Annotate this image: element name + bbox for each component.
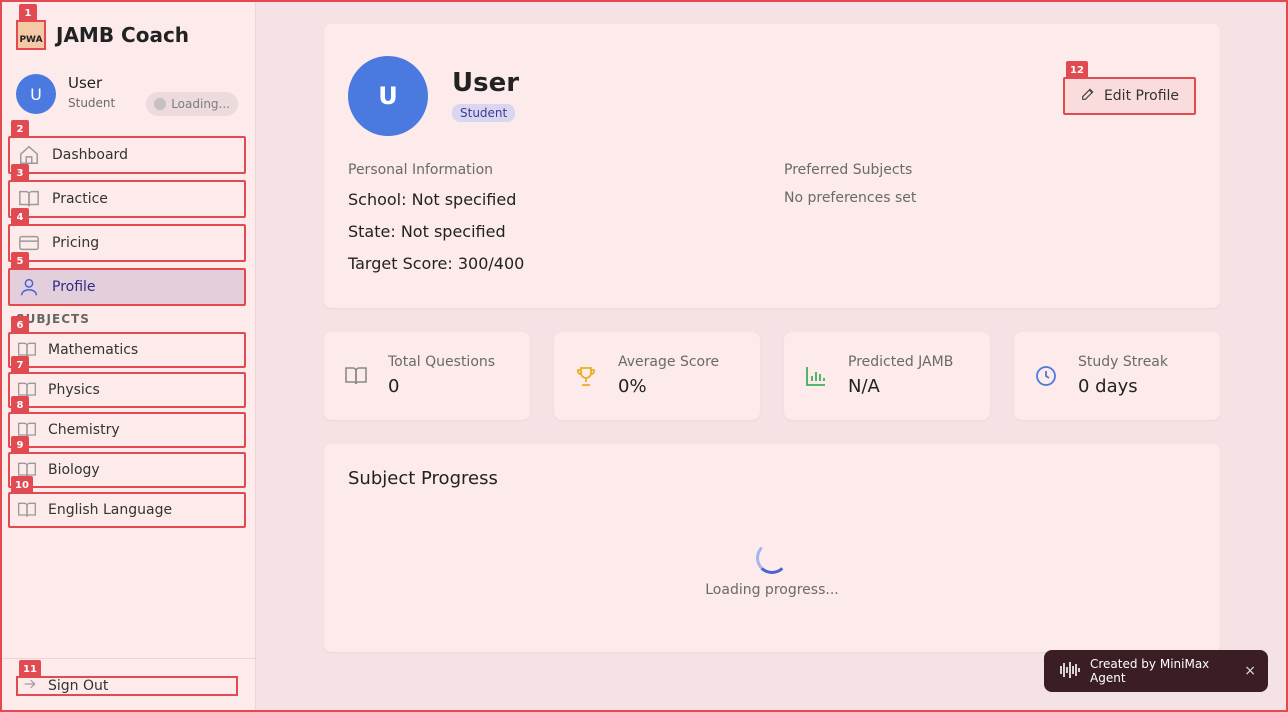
tag-marker: 2 [11, 120, 29, 138]
book-open-icon [16, 499, 38, 521]
user-name: User [68, 74, 103, 92]
credit-card-icon [18, 232, 40, 254]
clock-icon [1034, 364, 1058, 388]
subject-physics[interactable]: Physics [8, 372, 246, 408]
nav-profile[interactable]: Profile [8, 268, 246, 306]
brand-title: JAMB Coach [56, 23, 190, 47]
user-icon [18, 276, 40, 298]
tag-marker: 11 [19, 660, 41, 678]
avatar: U [16, 74, 56, 114]
school-field: School: Not specified [348, 190, 517, 209]
tag-marker: 1 [19, 4, 37, 22]
home-icon [18, 144, 40, 166]
nav-label: Practice [52, 191, 108, 207]
trophy-icon [574, 364, 598, 388]
edit-icon [1080, 86, 1096, 106]
tag-marker: 5 [11, 252, 29, 270]
sign-out-button[interactable]: Sign Out [16, 676, 238, 696]
role-badge: Student [452, 104, 516, 122]
preferred-subjects-value: No preferences set [784, 190, 917, 206]
subject-biology[interactable]: Biology [8, 452, 246, 488]
subject-progress-card: Subject Progress Loading progress... [324, 444, 1220, 652]
toast-text: Created by MiniMax Agent [1090, 657, 1210, 685]
stat-value: 0 days [1078, 376, 1138, 397]
loading-label: Loading... [171, 97, 230, 111]
target-score-field: Target Score: 300/400 [348, 254, 525, 273]
tag-marker: 7 [11, 356, 29, 374]
state-field: State: Not specified [348, 222, 506, 241]
tag-marker: 9 [11, 436, 29, 454]
stat-value: 0 [388, 376, 400, 397]
tag-marker: 12 [1066, 61, 1088, 79]
subject-label: Mathematics [48, 342, 139, 358]
nav-label: Pricing [52, 235, 100, 251]
sign-out-label: Sign Out [48, 678, 109, 694]
subject-mathematics[interactable]: Mathematics [8, 332, 246, 368]
stat-total-questions: Total Questions 0 [324, 332, 530, 420]
progress-title: Subject Progress [348, 468, 498, 489]
stat-label: Average Score [618, 354, 720, 370]
preferred-subjects-heading: Preferred Subjects [784, 162, 913, 178]
nav-label: Profile [52, 279, 96, 295]
subject-label: Biology [48, 462, 100, 478]
profile-name: User [452, 68, 520, 98]
nav-dashboard[interactable]: Dashboard [8, 136, 246, 174]
subject-label: English Language [48, 502, 173, 518]
stat-label: Predicted JAMB [848, 354, 954, 370]
loading-badge: Loading... [146, 92, 238, 116]
stat-study-streak: Study Streak 0 days [1014, 332, 1220, 420]
stat-label: Total Questions [388, 354, 496, 370]
edit-profile-button[interactable]: Edit Profile [1063, 77, 1196, 115]
tag-marker: 4 [11, 208, 29, 226]
tag-marker: 3 [11, 164, 29, 182]
nav-practice[interactable]: Practice [8, 180, 246, 218]
user-role: Student [68, 96, 116, 110]
book-open-icon [18, 188, 40, 210]
nav-label: Dashboard [52, 147, 128, 163]
brand: PWA JAMB Coach [16, 20, 189, 50]
edit-profile-label: Edit Profile [1103, 88, 1180, 104]
subject-label: Chemistry [48, 422, 120, 438]
minimax-toast: Created by MiniMax Agent × [1044, 650, 1268, 692]
loading-dot-icon [154, 98, 167, 110]
stat-predicted-jamb: Predicted JAMB N/A [784, 332, 990, 420]
profile-avatar: U [348, 56, 428, 136]
stat-label: Study Streak [1078, 354, 1168, 370]
loading-spinner-icon [756, 542, 788, 574]
close-icon[interactable]: × [1244, 663, 1256, 679]
progress-loading-text: Loading progress... [705, 582, 839, 598]
sidebar: PWA JAMB Coach U User Student Loading...… [0, 0, 256, 712]
brand-logo[interactable]: PWA [16, 20, 46, 50]
subject-label: Physics [48, 382, 100, 398]
book-open-icon [344, 364, 368, 388]
subject-english-language[interactable]: English Language [8, 492, 246, 528]
stat-value: N/A [848, 376, 880, 397]
arrow-right-icon [22, 676, 38, 696]
subject-chemistry[interactable]: Chemistry [8, 412, 246, 448]
user-summary: U User Student Loading... [16, 74, 240, 116]
bar-chart-icon [804, 364, 828, 388]
tag-marker: 6 [11, 316, 29, 334]
waveform-icon [1056, 660, 1082, 683]
stat-value: 0% [618, 376, 647, 397]
nav-pricing[interactable]: Pricing [8, 224, 246, 262]
tag-marker: 10 [11, 476, 33, 494]
stat-average-score: Average Score 0% [554, 332, 760, 420]
personal-info-heading: Personal Information [348, 162, 494, 178]
tag-marker: 8 [11, 396, 29, 414]
